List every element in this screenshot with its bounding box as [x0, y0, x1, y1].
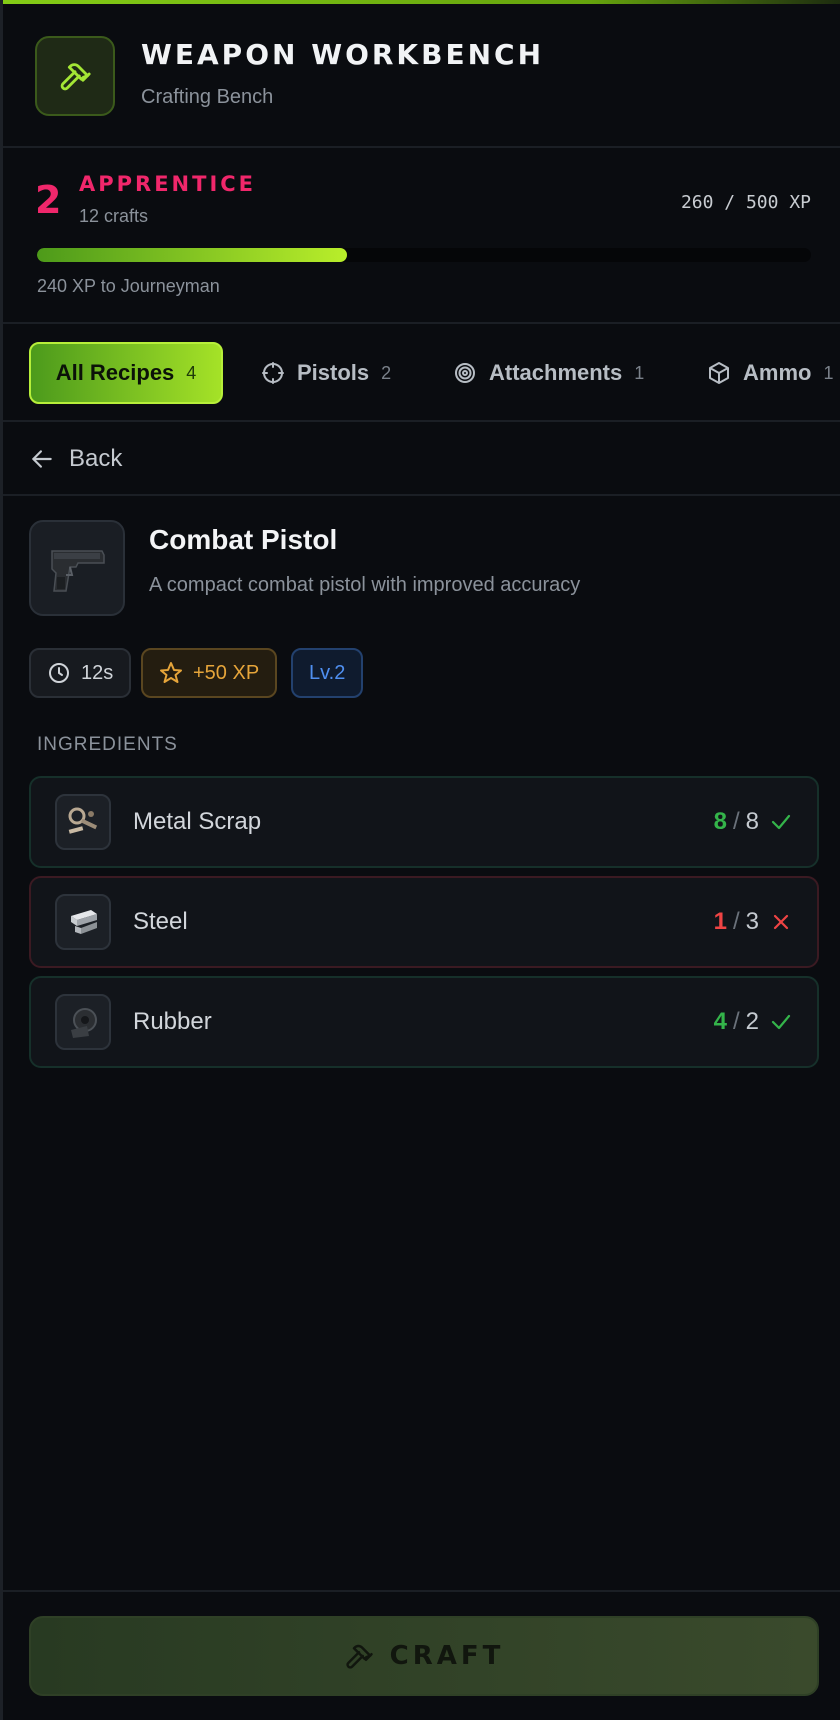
- tab-label: Ammo: [743, 360, 812, 385]
- recipe-name: Combat Pistol: [149, 524, 338, 555]
- xp-readout: 260 / 500 XP: [680, 192, 811, 213]
- level-name: APPRENTICE: [79, 172, 257, 196]
- ingredient-name: Rubber: [133, 1008, 212, 1035]
- category-tabs: All Recipes 4 Pistols 2 Attachments 1 Am…: [3, 326, 840, 422]
- level-requirement-badge: Lv.2: [291, 648, 364, 698]
- quantity-separator: /: [732, 908, 740, 935]
- ingredient-quantity: 8/8: [714, 808, 759, 836]
- crafts-count: 12 crafts: [79, 206, 149, 226]
- tab-all-recipes[interactable]: All Recipes 4: [29, 342, 223, 404]
- xp-reward-badge: +50 XP: [141, 648, 278, 698]
- tab-count: 4: [186, 362, 197, 383]
- ingredient-row: Rubber 4/2: [29, 976, 819, 1068]
- header: WEAPON WORKBENCH Crafting Bench: [3, 4, 840, 148]
- level-panel: 2 APPRENTICE 12 crafts 260 / 500 XP 240 …: [3, 150, 840, 324]
- craft-time-badge: 12s: [29, 648, 132, 698]
- craft-button[interactable]: CRAFT: [29, 1616, 819, 1696]
- pistol-icon: [29, 520, 125, 616]
- clock-icon: [49, 663, 69, 683]
- ingredient-quantity: 4/2: [714, 1008, 759, 1036]
- close-icon: [769, 910, 793, 939]
- tab-attachments[interactable]: Attachments 1: [453, 342, 644, 404]
- tab-label: Pistols: [297, 360, 370, 385]
- quantity-have: 8: [713, 808, 727, 835]
- quantity-separator: /: [732, 808, 740, 835]
- level-number: 2: [35, 178, 62, 222]
- tab-pistols[interactable]: Pistols 2: [261, 342, 391, 404]
- target-icon: [455, 363, 475, 383]
- check-icon: [769, 1010, 793, 1039]
- steel-icon: [55, 894, 111, 950]
- crosshair-icon: [262, 362, 284, 384]
- rubber-icon: [55, 994, 111, 1050]
- ingredient-row: Metal Scrap 8/8: [29, 776, 819, 868]
- check-icon: [769, 810, 793, 839]
- quantity-have: 4: [713, 1008, 727, 1035]
- quantity-need: 8: [745, 808, 759, 835]
- xp-reward: +50 XP: [193, 661, 260, 684]
- level-requirement: Lv.2: [309, 661, 346, 684]
- page-title: WEAPON WORKBENCH: [141, 38, 545, 71]
- craft-label: CRAFT: [389, 1641, 505, 1671]
- tab-ammo[interactable]: Ammo 1: [707, 342, 833, 404]
- xp-progress-bar: [37, 248, 811, 262]
- quantity-have: 1: [713, 908, 727, 935]
- metal-scrap-icon: [55, 794, 111, 850]
- ingredients-heading: INGREDIENTS: [37, 734, 178, 755]
- recipe-description: A compact combat pistol with improved ac…: [149, 574, 581, 596]
- xp-to-next-level: 240 XP to Journeyman: [37, 276, 220, 296]
- divider: [3, 1590, 840, 1592]
- back-label: Back: [69, 445, 123, 472]
- craft-time: 12s: [81, 661, 114, 684]
- hammer-icon: [345, 1644, 373, 1669]
- xp-progress-fill: [37, 248, 347, 262]
- arrow-left-icon: [32, 450, 52, 468]
- box-icon: [709, 362, 729, 384]
- tab-count: 2: [381, 362, 392, 383]
- ingredient-row: Steel 1/3: [29, 876, 819, 968]
- app: WEAPON WORKBENCH Crafting Bench 2 APPREN…: [0, 0, 840, 1720]
- back-button[interactable]: Back: [29, 424, 122, 494]
- page-subtitle: Crafting Bench: [141, 86, 274, 108]
- divider: [3, 494, 840, 496]
- tab-count: 1: [823, 362, 834, 383]
- ingredient-quantity: 1/3: [714, 908, 759, 936]
- tab-count: 1: [634, 362, 645, 383]
- quantity-need: 2: [745, 1008, 759, 1035]
- tab-label: All Recipes: [55, 360, 175, 385]
- quantity-separator: /: [732, 1008, 740, 1035]
- quantity-need: 3: [745, 908, 759, 935]
- tab-label: Attachments: [489, 360, 623, 385]
- ingredient-name: Steel: [133, 908, 188, 935]
- hammer-icon: [35, 36, 115, 116]
- star-icon: [160, 662, 182, 683]
- ingredient-name: Metal Scrap: [133, 808, 262, 835]
